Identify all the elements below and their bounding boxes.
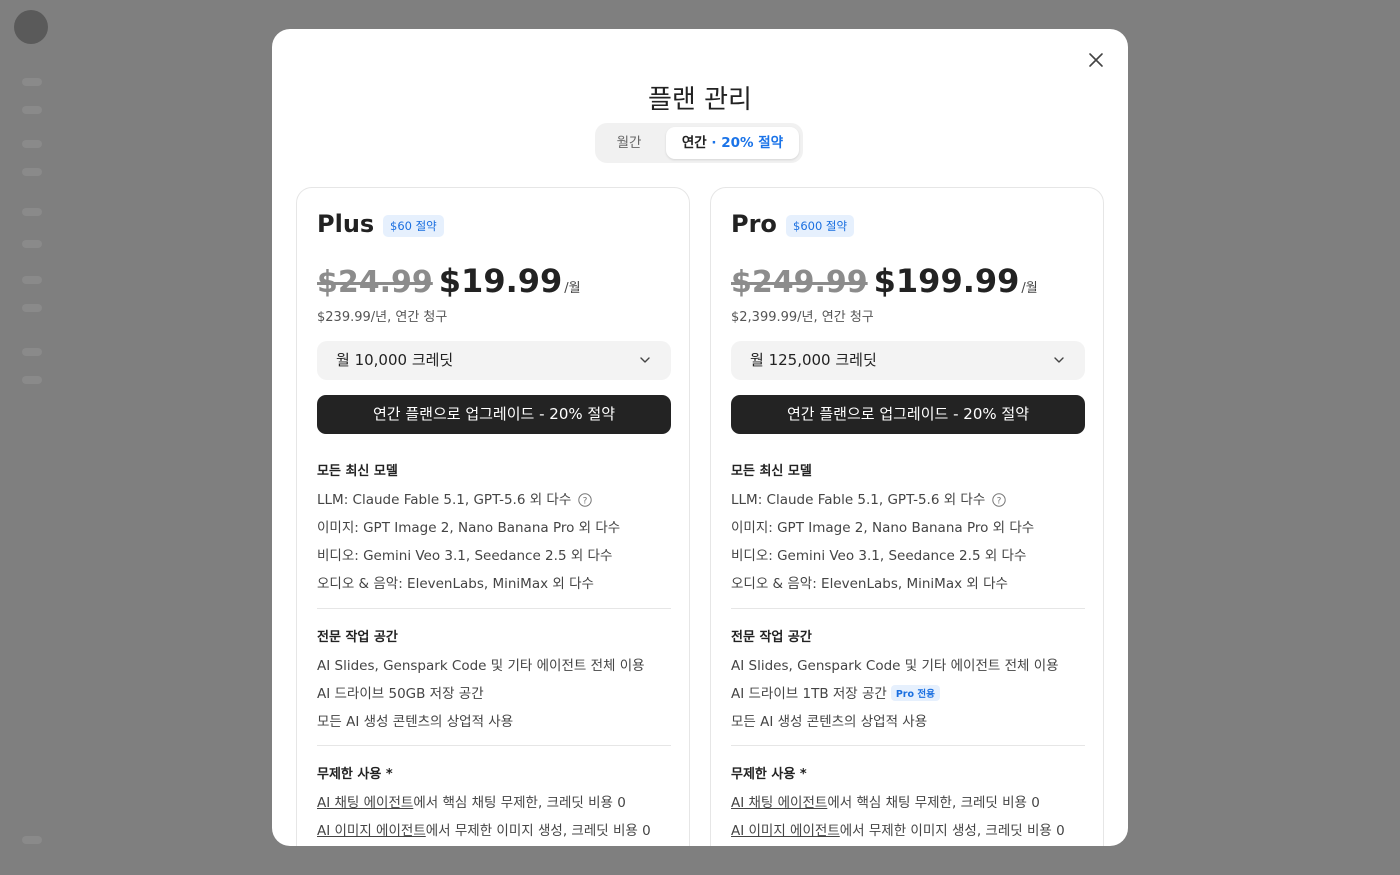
upgrade-button[interactable]: 연간 플랜으로 업그레이드 - 20% 절약 xyxy=(731,395,1085,434)
feature-item: AI 드라이브 1TB 저장 공간 Pro 전용 xyxy=(731,682,940,702)
section-title-unlimited: 무제한 사용 * xyxy=(731,767,807,782)
section-title-workspace: 전문 작업 공간 xyxy=(731,630,812,645)
feature-item: AI Slides, Genspark Code 및 기타 에이전트 전체 이용 xyxy=(731,658,1059,674)
background-nav-item xyxy=(22,240,42,248)
credit-select[interactable]: 월 125,000 크레딧 xyxy=(731,341,1085,380)
background-nav-item xyxy=(22,376,42,384)
plan-card-pro: Pro $600 절약 $249.99 $199.99/월 $2,399.99/년… xyxy=(710,187,1104,846)
feature-item: 비디오: Gemini Veo 3.1, Seedance 2.5 외 다수 xyxy=(731,548,1027,564)
pro-only-badge: Pro 전용 xyxy=(890,685,940,701)
savings-badge: $600 절약 xyxy=(786,215,855,237)
agent-link[interactable]: AI 이미지 에이전트 xyxy=(731,823,840,839)
divider xyxy=(731,745,1085,746)
background-nav-item xyxy=(22,140,42,148)
section-title-unlimited: 무제한 사용 * xyxy=(317,767,393,782)
background-avatar xyxy=(14,10,48,44)
feature-item: 이미지: GPT Image 2, Nano Banana Pro 외 다수 xyxy=(317,520,621,536)
close-button[interactable] xyxy=(1086,50,1106,70)
agent-link[interactable]: AI 채팅 에이전트 xyxy=(731,795,827,811)
discounted-price: $199.99 xyxy=(873,262,1020,300)
svg-text:?: ? xyxy=(582,496,587,506)
feature-item: 오디오 & 음악: ElevenLabs, MiniMax 외 다수 xyxy=(317,576,594,592)
feature-text: 에서 핵심 채팅 무제한, 크레딧 비용 0 xyxy=(413,795,626,811)
discounted-price: $19.99 xyxy=(438,262,563,300)
billing-note: $2,399.99/년, 연간 청구 xyxy=(731,310,874,325)
agent-link[interactable]: AI 채팅 에이전트 xyxy=(317,795,413,811)
feature-item: AI 드라이브 50GB 저장 공간 xyxy=(317,686,484,702)
background-nav-item xyxy=(22,106,42,114)
price-row: $24.99 $19.99/월 xyxy=(317,262,581,300)
section-title-workspace: 전문 작업 공간 xyxy=(317,630,398,645)
price-period: /월 xyxy=(1021,281,1038,296)
feature-text: LLM: Claude Fable 5.1, GPT-5.6 외 다수 xyxy=(317,492,572,508)
credit-select[interactable]: 월 10,000 크레딧 xyxy=(317,341,671,380)
credit-select-value: 월 10,000 크레딧 xyxy=(336,351,454,369)
help-circle-icon[interactable]: ? xyxy=(577,493,592,507)
feature-text: LLM: Claude Fable 5.1, GPT-5.6 외 다수 xyxy=(731,492,986,508)
chevron-down-icon xyxy=(1054,357,1064,363)
price-period: /월 xyxy=(564,281,581,296)
original-price: $24.99 xyxy=(317,265,433,300)
background-nav-item xyxy=(22,276,42,284)
background-nav-item xyxy=(22,836,42,844)
feature-item: 모든 AI 생성 콘텐츠의 상업적 사용 xyxy=(317,714,514,730)
feature-item: AI 이미지 에이전트에서 무제한 이미지 생성, 크레딧 비용 0 xyxy=(317,819,651,839)
feature-item: LLM: Claude Fable 5.1, GPT-5.6 외 다수 ? xyxy=(317,488,592,508)
tab-monthly[interactable]: 월간 xyxy=(599,127,659,159)
plan-card-plus: Plus $60 절약 $24.99 $19.99/월 $239.99/년, 연간… xyxy=(296,187,690,846)
tab-yearly-label: 연간 xyxy=(681,135,707,151)
feature-text: AI 드라이브 1TB 저장 공간 xyxy=(731,686,887,702)
agent-link[interactable]: AI 이미지 에이전트 xyxy=(317,823,426,839)
tab-yearly[interactable]: 연간 · 20% 절약 xyxy=(666,127,799,159)
feature-item: AI 채팅 에이전트에서 핵심 채팅 무제한, 크레딧 비용 0 xyxy=(731,791,1040,811)
divider xyxy=(731,608,1085,609)
feature-item: 비디오: Gemini Veo 3.1, Seedance 2.5 외 다수 xyxy=(317,548,613,564)
feature-item: 이미지: GPT Image 2, Nano Banana Pro 외 다수 xyxy=(731,520,1035,536)
feature-text: 에서 무제한 이미지 생성, 크레딧 비용 0 xyxy=(839,823,1065,839)
plan-name: Pro xyxy=(731,210,777,238)
section-title-models: 모든 최신 모델 xyxy=(317,464,398,479)
tab-yearly-save: · 20% 절약 xyxy=(711,135,784,151)
modal-title: 플랜 관리 xyxy=(648,85,752,115)
upgrade-button[interactable]: 연간 플랜으로 업그레이드 - 20% 절약 xyxy=(317,395,671,434)
svg-text:?: ? xyxy=(996,496,1001,506)
feature-item: AI 채팅 에이전트에서 핵심 채팅 무제한, 크레딧 비용 0 xyxy=(317,791,626,811)
chevron-down-icon xyxy=(640,357,650,363)
original-price: $249.99 xyxy=(731,265,868,300)
feature-item: AI Slides, Genspark Code 및 기타 에이전트 전체 이용 xyxy=(317,658,645,674)
feature-item: LLM: Claude Fable 5.1, GPT-5.6 외 다수 ? xyxy=(731,488,1006,508)
credit-select-value: 월 125,000 크레딧 xyxy=(750,351,877,369)
feature-item: 오디오 & 음악: ElevenLabs, MiniMax 외 다수 xyxy=(731,576,1008,592)
background-nav-item xyxy=(22,78,42,86)
billing-period-toggle: 월간 연간 · 20% 절약 xyxy=(595,123,803,163)
billing-note: $239.99/년, 연간 청구 xyxy=(317,310,448,325)
background-nav-item xyxy=(22,208,42,216)
help-circle-icon[interactable]: ? xyxy=(991,493,1006,507)
plan-name: Plus xyxy=(317,210,375,238)
divider xyxy=(317,608,671,609)
background-nav-item xyxy=(22,348,42,356)
divider xyxy=(317,745,671,746)
savings-badge: $60 절약 xyxy=(383,215,444,237)
background-nav-item xyxy=(22,168,42,176)
close-icon xyxy=(1089,53,1103,67)
feature-item: AI 이미지 에이전트에서 무제한 이미지 생성, 크레딧 비용 0 xyxy=(731,819,1065,839)
background-nav-item xyxy=(22,304,42,312)
plan-management-modal: 플랜 관리 월간 연간 · 20% 절약 Plus $60 절약 $24.99 $… xyxy=(272,29,1128,846)
feature-text: 에서 무제한 이미지 생성, 크레딧 비용 0 xyxy=(425,823,651,839)
price-row: $249.99 $199.99/월 xyxy=(731,262,1038,300)
section-title-models: 모든 최신 모델 xyxy=(731,464,812,479)
feature-text: 에서 핵심 채팅 무제한, 크레딧 비용 0 xyxy=(827,795,1040,811)
background-sidebar xyxy=(0,0,64,875)
feature-item: 모든 AI 생성 콘텐츠의 상업적 사용 xyxy=(731,714,928,730)
